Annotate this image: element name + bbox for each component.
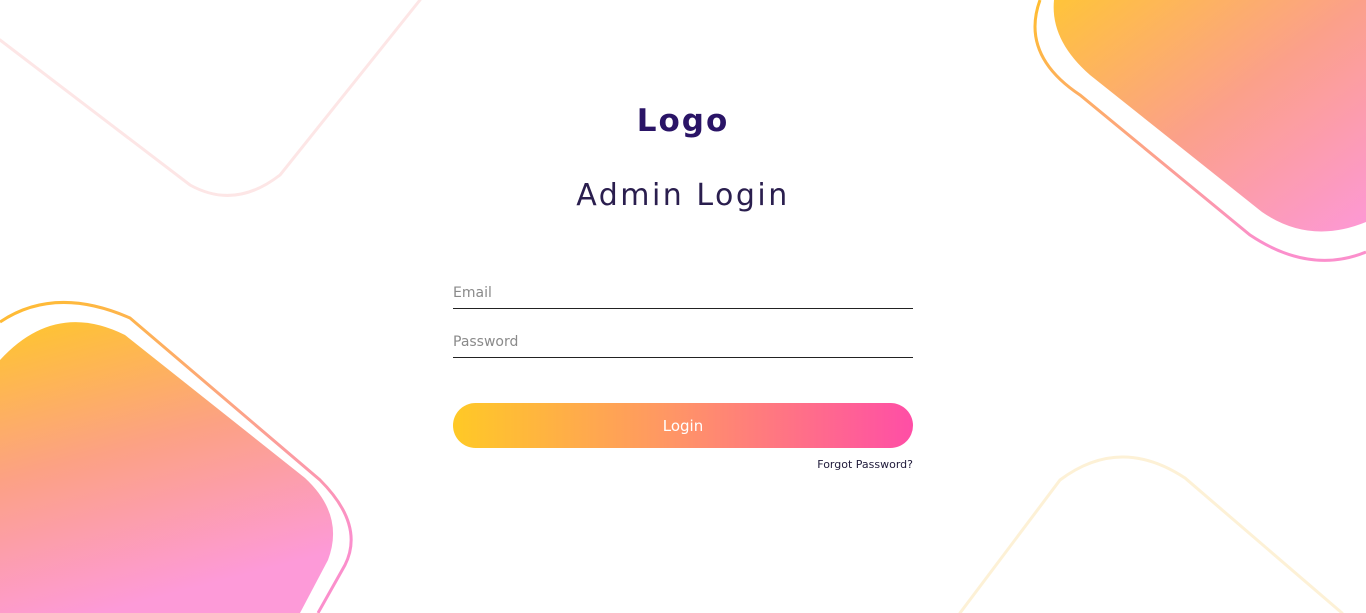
decor-shape-bottom-right <box>958 455 1344 613</box>
decor-shape-top-left <box>0 0 422 197</box>
login-button[interactable]: Login <box>453 403 913 448</box>
logo: Logo <box>636 103 730 139</box>
email-field[interactable] <box>453 277 913 309</box>
password-field[interactable] <box>453 326 913 358</box>
decor-shape-bottom-left <box>0 301 353 613</box>
forgot-password-link[interactable]: Forgot Password? <box>713 458 913 472</box>
page-title: Admin Login <box>576 178 790 213</box>
